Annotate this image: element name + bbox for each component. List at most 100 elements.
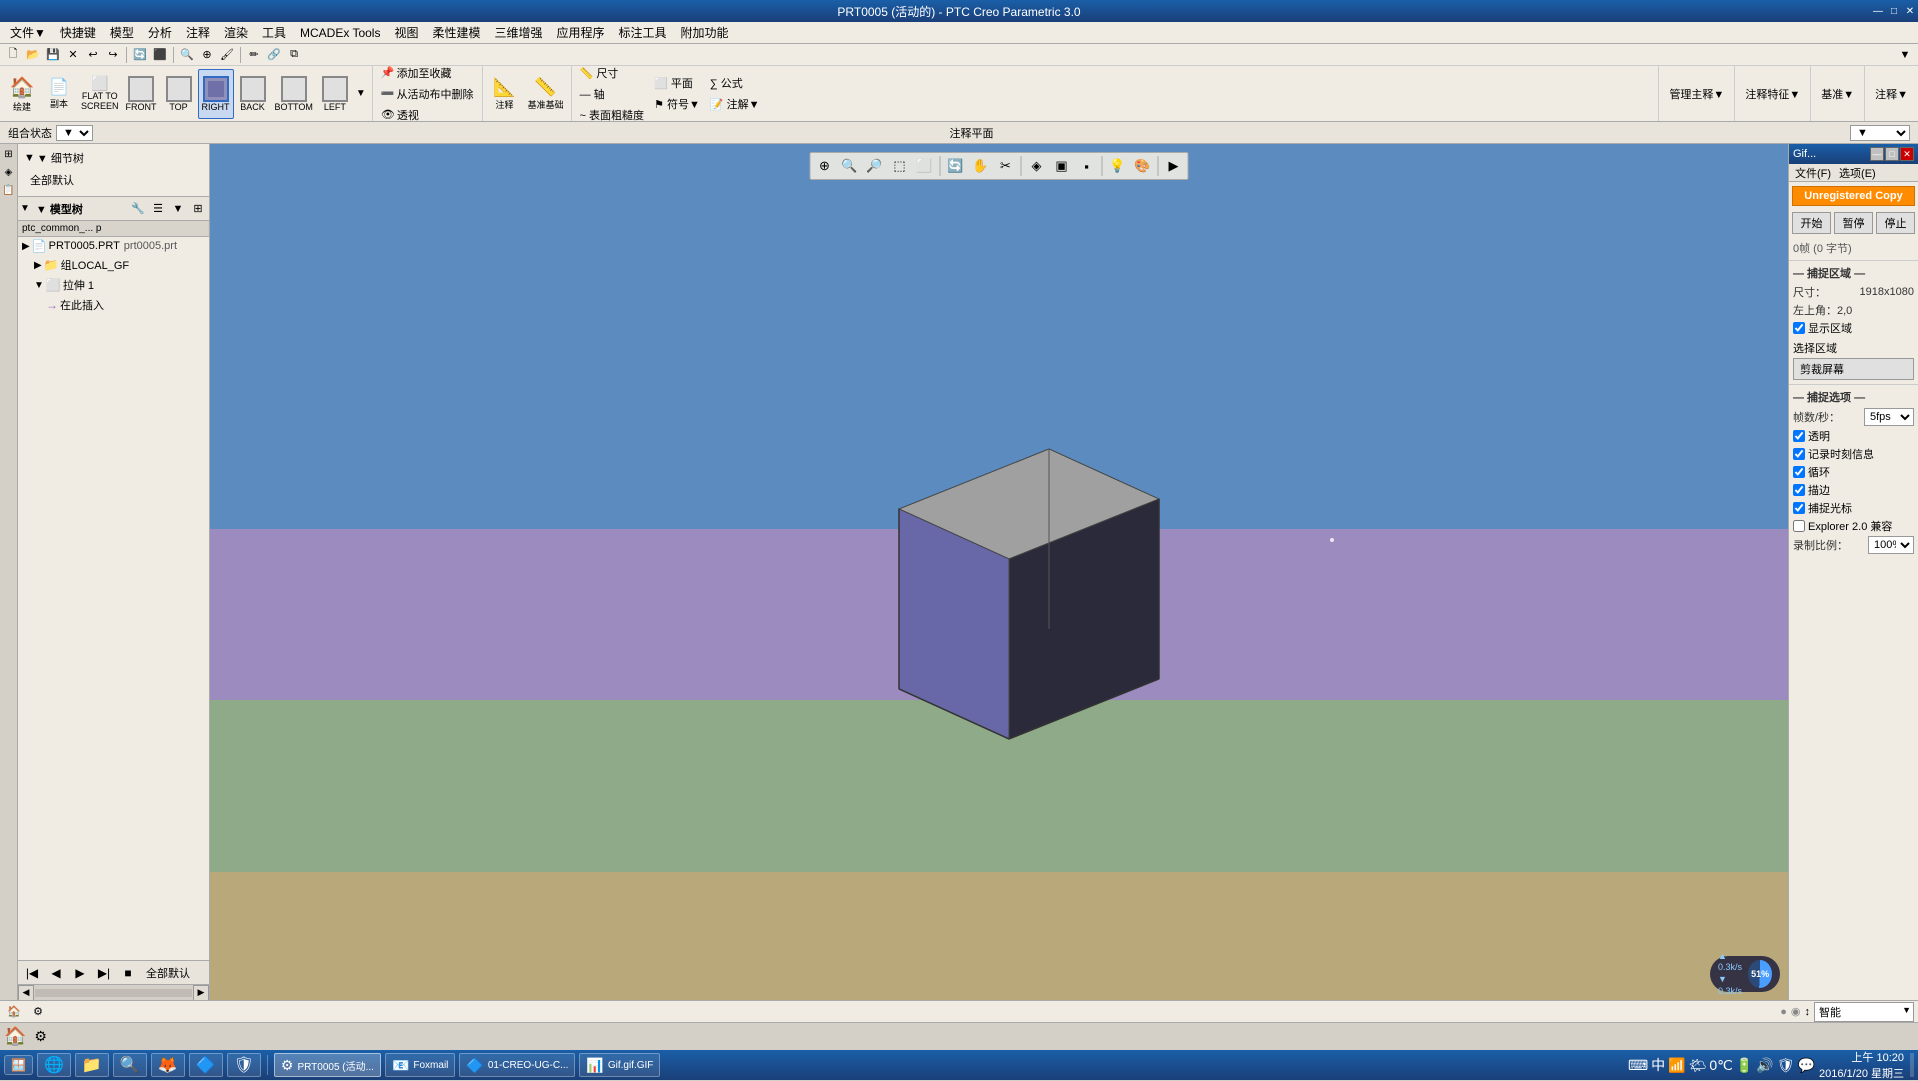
nav-first-btn[interactable]: |◀: [22, 963, 42, 983]
menu-3d-enhance[interactable]: 三维增强: [488, 22, 548, 43]
undo-btn[interactable]: ↩: [84, 46, 102, 64]
tray-ime[interactable]: 中: [1651, 1055, 1665, 1075]
repaint-btn[interactable]: 🖌: [218, 46, 236, 64]
explorer-row[interactable]: Explorer 2.0 兼容: [1793, 518, 1914, 534]
bottom-view-btn[interactable]: BOTTOM: [272, 69, 316, 119]
show-region-check[interactable]: [1793, 322, 1805, 334]
taskbar-search[interactable]: 🔍: [113, 1053, 147, 1077]
show-hide-btn[interactable]: 👁 透视: [377, 105, 478, 125]
left-view-btn[interactable]: LEFT: [317, 69, 353, 119]
relations-btn[interactable]: 🔗: [265, 46, 283, 64]
tray-360s[interactable]: 🛡: [1777, 1057, 1795, 1074]
copy-view-btn[interactable]: 📄 副本: [41, 69, 77, 119]
taskbar-explorer[interactable]: 📁: [75, 1053, 109, 1077]
scroll-track[interactable]: [35, 989, 192, 997]
tray-msg[interactable]: 💬: [1798, 1057, 1815, 1074]
icon-bar-btn3[interactable]: 📋: [1, 182, 17, 198]
zoom-fit-btn[interactable]: ⊕: [198, 46, 216, 64]
menu-analysis[interactable]: 分析: [142, 22, 178, 43]
menu-annotation-tools[interactable]: 标注工具: [613, 22, 673, 43]
vt-zoom-window[interactable]: ⬚: [888, 154, 912, 178]
more-btn[interactable]: ▼: [1896, 46, 1914, 64]
from-active-btn[interactable]: ➖ 从活动布中删除: [377, 84, 478, 104]
annot-plane-select[interactable]: ▼: [1850, 125, 1910, 141]
rp-maximize[interactable]: □: [1885, 147, 1899, 161]
status-icon[interactable]: 🏠: [4, 1026, 26, 1047]
rp-pause-btn[interactable]: 暂停: [1834, 212, 1873, 234]
tree-expand-btn[interactable]: ⊞: [189, 200, 207, 218]
vt-zoom-out[interactable]: 🔎: [863, 154, 887, 178]
menu-annotate[interactable]: 注释: [180, 22, 216, 43]
tree-item-extrude[interactable]: ▼ ⬜ 拉伸 1: [18, 275, 209, 295]
maximize-button[interactable]: □: [1886, 0, 1902, 22]
fps-select[interactable]: 5fps 10fps 15fps: [1864, 408, 1914, 426]
vt-rotate[interactable]: 🔄: [944, 154, 968, 178]
new-btn[interactable]: 🗋: [4, 46, 22, 64]
window-controls[interactable]: — □ ✕: [1870, 0, 1918, 22]
combo-state-select[interactable]: ▼: [56, 125, 93, 141]
bt-home-btn[interactable]: 🏠: [4, 1003, 24, 1021]
size-btn[interactable]: 📏 尺寸: [576, 63, 648, 83]
tray-network[interactable]: 📶: [1668, 1057, 1685, 1074]
menu-file[interactable]: 文件▼: [4, 22, 52, 43]
vt-front-v[interactable]: ▣: [1050, 154, 1074, 178]
vt-more[interactable]: ▶: [1162, 154, 1186, 178]
vt-iso[interactable]: ◈: [1025, 154, 1049, 178]
menu-extra[interactable]: 附加功能: [675, 22, 735, 43]
surface-btn[interactable]: ~ 表面粗糙度: [576, 105, 648, 125]
menu-mcadex[interactable]: MCADEx Tools: [294, 24, 386, 42]
annot-drop-btn[interactable]: 注释▼: [1871, 84, 1912, 104]
rp-start-btn[interactable]: 开始: [1792, 212, 1831, 234]
icon-bar-btn1[interactable]: ⊞: [1, 146, 17, 162]
open-btn[interactable]: 📂: [24, 46, 42, 64]
nav-prev-btn[interactable]: ◀: [46, 963, 66, 983]
expand-prt[interactable]: ▶: [22, 241, 30, 252]
home-view-btn[interactable]: 🏠 绘建: [4, 69, 40, 119]
scroll-left-btn[interactable]: ◀: [18, 985, 34, 1001]
transparent-row[interactable]: 透明: [1793, 428, 1914, 444]
tree-list2-btn[interactable]: ▼: [169, 200, 187, 218]
loop-check[interactable]: [1793, 466, 1805, 478]
view-more-btn[interactable]: ▼: [354, 88, 368, 99]
annot-feature-btn[interactable]: 注释特征▼: [1741, 84, 1804, 104]
smart-input[interactable]: 智能 ▼: [1814, 1002, 1914, 1022]
edit-btn[interactable]: ✏: [245, 46, 263, 64]
log-time-row[interactable]: 记录时刻信息: [1793, 446, 1914, 462]
minimize-button[interactable]: —: [1870, 0, 1886, 22]
vt-side[interactable]: ▪: [1075, 154, 1099, 178]
add-fav-btn[interactable]: 📌 添加至收藏: [377, 63, 478, 83]
all-default-item[interactable]: 全部默认: [22, 168, 205, 192]
taskbar-browser2[interactable]: 🦊: [151, 1053, 185, 1077]
cursor-row[interactable]: 捕捉光标: [1793, 500, 1914, 516]
vt-pan[interactable]: ✋: [969, 154, 993, 178]
close-btn[interactable]: ✕: [64, 46, 82, 64]
cursor-check[interactable]: [1793, 502, 1805, 514]
log-time-check[interactable]: [1793, 448, 1805, 460]
viewport[interactable]: ⊕ 🔍 🔎 ⬚ ⬜ 🔄 ✋ ✂ ◈ ▣ ▪ 💡 🎨 ▶: [210, 144, 1788, 1000]
tree-filter-btn[interactable]: 🔧: [129, 200, 147, 218]
tree-item-prt[interactable]: ▶ 📄 PRT0005.PRT prt0005.prt: [18, 237, 209, 255]
taskbar-vpn[interactable]: 🔷: [189, 1053, 223, 1077]
top-view-btn[interactable]: TOP: [161, 69, 197, 119]
show-region-row[interactable]: 显示区域: [1793, 320, 1852, 336]
base-btn[interactable]: 基准▼: [1817, 84, 1858, 104]
menu-render[interactable]: 渲染: [218, 22, 254, 43]
regen-btn[interactable]: 🔄: [131, 46, 149, 64]
scroll-right-btn[interactable]: ▶: [193, 985, 209, 1001]
taskbar-360[interactable]: 🛡: [227, 1053, 261, 1077]
transparent-check[interactable]: [1793, 430, 1805, 442]
tray-keyboard[interactable]: ⌨: [1628, 1057, 1648, 1074]
taskbar-creo[interactable]: ⚙ PRT0005 (活动...: [274, 1053, 381, 1077]
tray-weather[interactable]: 🌤: [1689, 1057, 1707, 1074]
scale-select[interactable]: 100% 75% 50%: [1868, 536, 1914, 554]
border-check[interactable]: [1793, 484, 1805, 496]
vt-lights[interactable]: 💡: [1106, 154, 1130, 178]
annot-main-btn[interactable]: 📐 注释: [487, 69, 523, 119]
close-button[interactable]: ✕: [1902, 0, 1918, 22]
vt-wireframe[interactable]: ⬜: [913, 154, 937, 178]
vt-zoom-in[interactable]: 🔍: [838, 154, 862, 178]
taskbar-creo-ug[interactable]: 🔷 01-CREO-UG-C...: [459, 1053, 575, 1077]
plane-btn[interactable]: ⬜ 平面: [650, 73, 704, 93]
menu-view[interactable]: 视图: [388, 22, 424, 43]
border-row[interactable]: 描边: [1793, 482, 1914, 498]
